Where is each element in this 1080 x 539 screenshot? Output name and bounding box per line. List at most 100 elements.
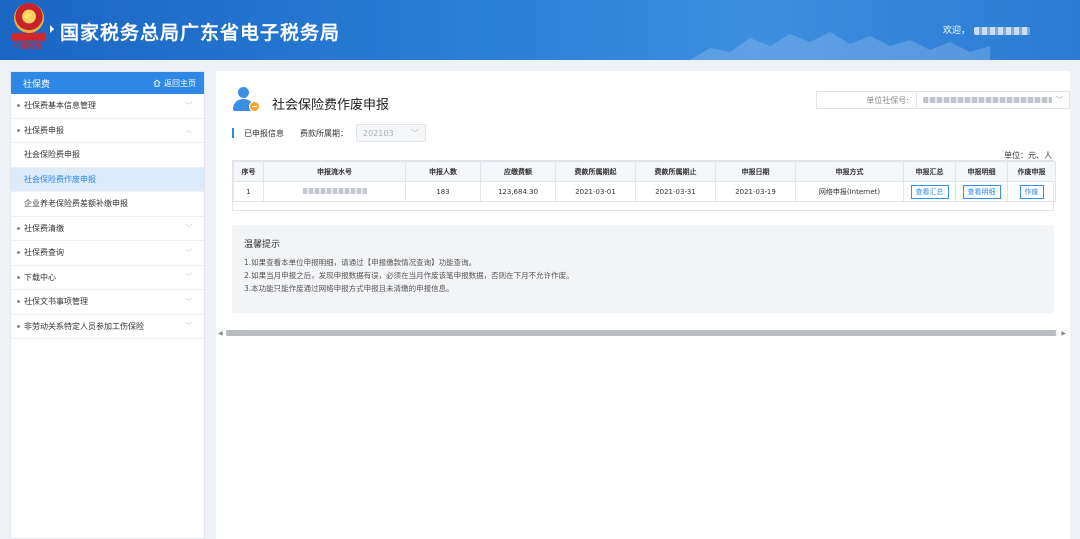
bullet-dot — [17, 324, 20, 328]
chevron-down-icon: ﹀ — [185, 297, 192, 306]
bullet-dot — [17, 251, 20, 255]
cell-period-end: 2021-03-31 — [635, 181, 716, 202]
chevron-down-icon: ﹀ — [185, 273, 192, 282]
section-marker — [232, 128, 234, 138]
bullet-dot — [17, 300, 20, 304]
welcome-text: 欢迎， — [943, 23, 1030, 36]
unit-social-number-label: 单位社保号: — [816, 91, 916, 109]
col-header: 序号 — [233, 161, 264, 182]
sidebar-header: 社保费 返回主页 — [11, 72, 204, 94]
sidebar-subitem-pension-supplement[interactable]: 企业养老保险费差额补缴申报 — [11, 192, 204, 217]
page-title: 社会保险费作废申报 — [272, 98, 390, 113]
sidebar-item-label: 社保费基本信息管理 — [24, 101, 96, 111]
sidebar-item-label: 社保费申报 — [24, 125, 64, 135]
user-name-redacted[interactable] — [974, 26, 1030, 35]
period-label: 费款所属期： — [300, 128, 348, 138]
col-header: 申报明细 — [955, 161, 1008, 182]
bullet-dot — [17, 104, 20, 108]
sidebar-item-label: 非劳动关系特定人员参加工伤保险 — [24, 321, 144, 331]
tip-line: 1.如果查看本单位申报明细，请通过【申报缴款情况查询】功能查询。 — [244, 258, 477, 267]
scroll-thumb[interactable] — [226, 330, 1056, 336]
top-header: ★ 中国税务 国家税务总局广东省电子税务局 欢迎， — [0, 0, 1080, 60]
declared-info-heading: 已申报信息 — [244, 128, 284, 138]
bullet-dot — [17, 275, 20, 279]
cell-void: 作废 — [1007, 181, 1056, 202]
cell-amount: 123,684.30 — [480, 181, 556, 202]
sidebar-subitem-label: 社会保险费申报 — [24, 150, 80, 160]
chevron-down-icon: ﹀ — [411, 128, 419, 138]
filter-bar: 已申报信息 费款所属期： 202103 ﹀ — [232, 124, 426, 142]
sidebar-subitem-label: 企业养老保险费差额补缴申报 — [24, 199, 128, 209]
cell-date: 2021-03-19 — [715, 181, 796, 202]
sidebar-item-label: 下载中心 — [24, 272, 56, 282]
cell-count: 183 — [405, 181, 481, 202]
chevron-up-icon: ︿ — [185, 126, 192, 135]
sidebar-item-declaration[interactable]: 社保费申报 ︿ — [11, 119, 204, 143]
cell-method: 网络申报(Internet) — [795, 181, 904, 202]
col-header: 应缴费额 — [480, 161, 556, 182]
site-title: 国家税务总局广东省电子税务局 — [60, 22, 341, 44]
declaration-table: 序号 申报流水号 申报人数 应缴费额 费款所属期起 费款所属期止 申报日期 申报… — [232, 160, 1056, 211]
period-select[interactable]: 202103 ﹀ — [356, 124, 426, 142]
tips-title: 温馨提示 — [244, 240, 281, 250]
col-header: 作废申报 — [1007, 161, 1056, 182]
unit-social-number-select[interactable]: ﹀ — [916, 91, 1070, 109]
welcome-label: 欢迎， — [942, 26, 970, 36]
period-value: 202103 — [363, 128, 394, 138]
sidebar-item-clearance[interactable]: 社保费清缴 ﹀ — [11, 217, 204, 241]
sidebar-subitem-label: 社会保险费作废申报 — [24, 174, 96, 184]
sidebar-item-documents[interactable]: 社保文书事项管理 ﹀ — [11, 290, 204, 315]
chevron-down-icon: ﹀ — [185, 101, 192, 110]
chevron-down-icon: ﹀ — [185, 248, 192, 257]
sidebar-item-basic-info[interactable]: 社保费基本信息管理 ﹀ — [11, 94, 204, 119]
tax-emblem-icon: ★ 中国税务 — [12, 3, 46, 51]
user-icon — [232, 87, 262, 115]
chevron-down-icon: ﹀ — [185, 224, 192, 233]
bullet-dot — [17, 128, 20, 132]
sidebar-item-label: 社保文书事项管理 — [24, 297, 88, 307]
cell-period-start: 2021-03-01 — [555, 181, 636, 202]
cell-index: 1 — [233, 181, 264, 202]
home-link-label: 返回主页 — [164, 78, 196, 88]
col-header: 费款所属期起 — [555, 161, 636, 182]
main-panel: 社会保险费作废申报 单位社保号: ﹀ 已申报信息 费款所属期： 202103 ﹀… — [216, 71, 1070, 539]
table-row: 1 183 123,684.30 2021-03-01 2021-03-31 2… — [233, 181, 1056, 202]
unit-number-redacted — [923, 97, 1052, 103]
col-header: 申报日期 — [715, 161, 796, 182]
sidebar-item-injury-insurance[interactable]: 非劳动关系特定人员参加工伤保险 ﹀ — [11, 315, 204, 339]
table-header-row: 序号 申报流水号 申报人数 应缴费额 费款所属期起 费款所属期止 申报日期 申报… — [233, 161, 1056, 182]
view-detail-button[interactable]: 查看明细 — [962, 184, 1001, 199]
table-footer — [233, 202, 1053, 210]
sidebar-title: 社保费 — [23, 79, 51, 90]
col-header: 费款所属期止 — [635, 161, 716, 182]
scroll-right-arrow-icon[interactable]: ▶ — [1061, 330, 1066, 337]
col-header: 申报方式 — [795, 161, 904, 182]
sidebar-item-query[interactable]: 社保费查询 ﹀ — [11, 241, 204, 266]
horizontal-scrollbar[interactable]: ◀ ▶ — [216, 328, 1070, 338]
sidebar-subitem-void-declaration[interactable]: 社会保险费作废申报 — [11, 167, 204, 192]
sidebar-item-label: 社保费查询 — [24, 248, 64, 258]
bullet-dot — [17, 226, 20, 230]
tips-panel: 温馨提示 1.如果查看本单位申报明细，请通过【申报缴款情况查询】功能查询。 2.… — [232, 225, 1054, 313]
col-header: 申报人数 — [405, 161, 481, 182]
view-summary-button[interactable]: 查看汇总 — [910, 184, 949, 199]
home-link[interactable]: 返回主页 — [153, 78, 196, 89]
scroll-left-arrow-icon[interactable]: ◀ — [218, 330, 223, 337]
void-button[interactable]: 作废 — [1019, 184, 1044, 199]
cell-detail: 查看明细 — [955, 181, 1008, 202]
chevron-down-icon: ﹀ — [1056, 96, 1063, 104]
mouse-cursor-icon — [50, 25, 54, 33]
col-header: 申报汇总 — [903, 161, 956, 182]
sidebar-item-download[interactable]: 下载中心 ﹀ — [11, 266, 204, 290]
emblem-seal-text: 中国税务 — [14, 41, 42, 50]
tip-line: 3.本功能只能作废通过网络申报方式申报且未清缴的申报信息。 — [244, 284, 454, 293]
tip-line: 2.如果当月申报之后，发现申报数据有误，必须在当月作废该笔申报数据，否则在下月不… — [244, 271, 574, 280]
sidebar-item-label: 社保费清缴 — [24, 223, 64, 233]
sidebar: 社保费 返回主页 社保费基本信息管理 ﹀ 社保费申报 ︿ 社会保险费申报 社会保… — [10, 71, 205, 539]
home-icon — [153, 79, 161, 87]
col-header: 申报流水号 — [263, 161, 406, 182]
cell-serial-redacted — [263, 181, 406, 202]
title-bar: 社会保险费作废申报 单位社保号: ﹀ — [216, 71, 1070, 121]
cell-summary: 查看汇总 — [903, 181, 956, 202]
sidebar-subitem-insurance-declaration[interactable]: 社会保险费申报 — [11, 143, 204, 168]
